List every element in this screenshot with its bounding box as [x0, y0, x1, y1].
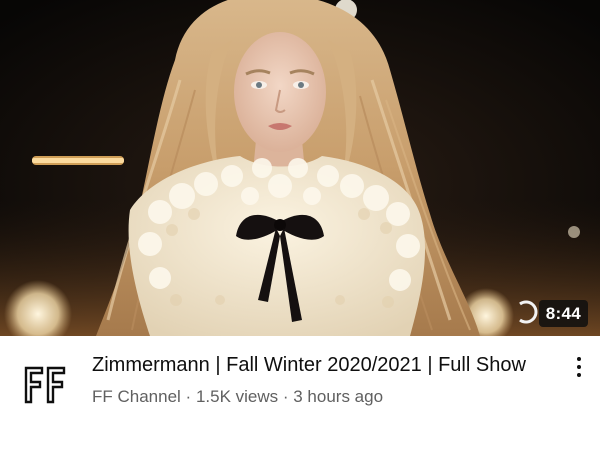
meta-separator: ·: [180, 387, 196, 406]
view-count: 1.5K views: [195, 387, 279, 406]
meta-separator: ·: [278, 387, 294, 406]
more-vertical-icon[interactable]: [566, 352, 592, 382]
more-dot: [577, 365, 581, 369]
runway-model-photo: [0, 0, 600, 336]
video-metadata: FF Channel · 1.5K views · 3 hours ago: [92, 386, 542, 408]
video-title[interactable]: Zimmermann | Fall Winter 2020/2021 | Ful…: [92, 352, 542, 378]
more-dot: [577, 357, 581, 361]
ff-logo-icon[interactable]: [22, 360, 70, 408]
more-dot: [577, 373, 581, 377]
video-details: Zimmermann | Fall Winter 2020/2021 | Ful…: [0, 336, 600, 473]
channel-name[interactable]: FF Channel: [92, 387, 181, 406]
video-text: Zimmermann | Fall Winter 2020/2021 | Ful…: [92, 352, 542, 408]
video-thumbnail[interactable]: 8:44: [0, 0, 600, 336]
video-card[interactable]: 8:44 Zimmermann | Fall Winter 2020/2021 …: [0, 0, 600, 473]
duration-badge: 8:44: [538, 300, 588, 327]
upload-age: 3 hours ago: [293, 387, 384, 406]
